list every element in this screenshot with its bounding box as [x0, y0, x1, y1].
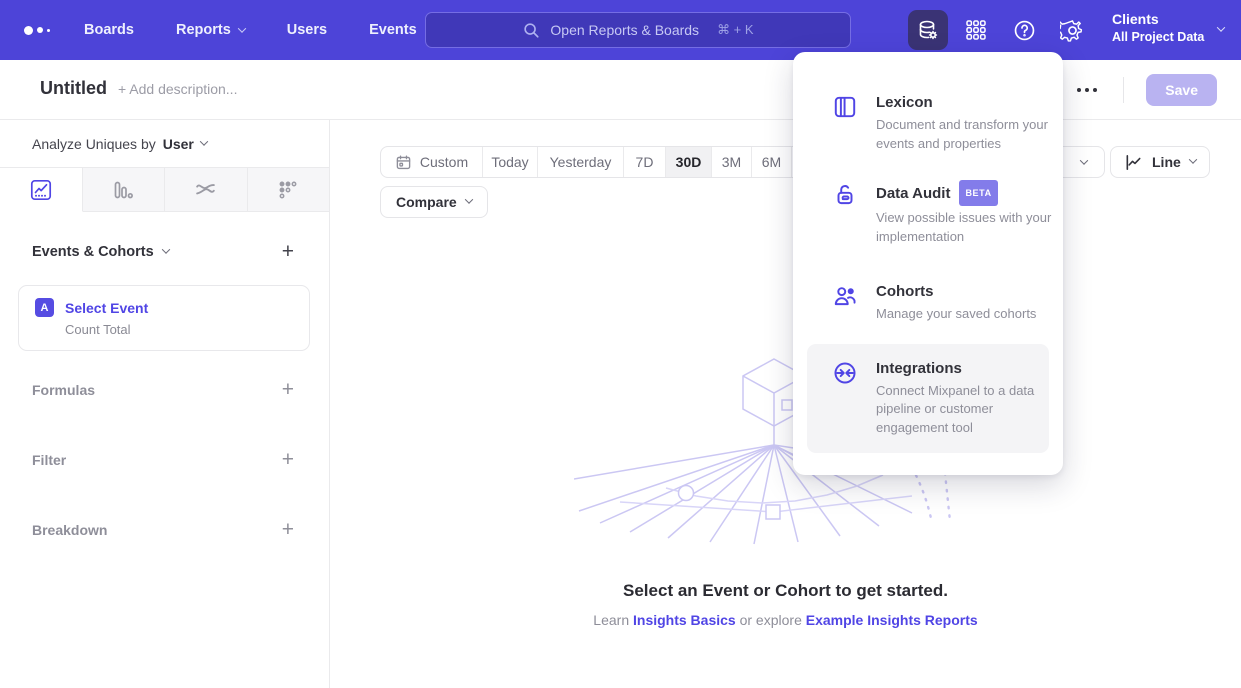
- date-range-30d[interactable]: 30D: [666, 147, 712, 177]
- nav-item-events[interactable]: Events: [369, 22, 417, 38]
- dots-grid-icon: [277, 179, 299, 201]
- chevron-down-icon: [1189, 155, 1197, 163]
- compare-dropdown[interactable]: Compare: [380, 186, 488, 218]
- date-range-yesterday[interactable]: Yesterday: [538, 147, 624, 177]
- beta-badge: BETA: [959, 180, 997, 206]
- tab-insights-line[interactable]: [0, 168, 83, 212]
- menu-item-integrations[interactable]: Integrations Connect Mixpanel to a data …: [807, 344, 1049, 454]
- line-style-icon: [1124, 153, 1143, 172]
- formulas-row[interactable]: Formulas +: [0, 378, 330, 402]
- chart-style-dropdown[interactable]: Line: [1110, 146, 1210, 178]
- data-management-button[interactable]: [908, 10, 948, 50]
- data-management-menu: Lexicon Document and transform your even…: [793, 52, 1063, 475]
- save-button[interactable]: Save: [1146, 74, 1217, 106]
- date-range-more-dropdown[interactable]: [1062, 147, 1104, 177]
- integrations-sync-icon: [832, 358, 858, 438]
- tab-flow-chart[interactable]: [165, 168, 248, 212]
- search-placeholder: Open Reports & Boards: [550, 22, 699, 38]
- date-range-7d[interactable]: 7D: [624, 147, 666, 177]
- menu-item-cohorts[interactable]: Cohorts Manage your saved cohorts: [793, 281, 1063, 324]
- nav-item-boards[interactable]: Boards: [84, 22, 134, 38]
- empty-state-links: Learn Insights Basics or explore Example…: [330, 612, 1241, 628]
- chevron-down-icon: [238, 24, 246, 32]
- chevron-down-icon: [161, 245, 169, 253]
- example-reports-link[interactable]: Example Insights Reports: [806, 612, 978, 628]
- date-range-today[interactable]: Today: [483, 147, 538, 177]
- date-range-3m[interactable]: 3M: [712, 147, 752, 177]
- mixpanel-logo[interactable]: [24, 0, 50, 60]
- main-nav: Boards Reports Users Events: [84, 22, 417, 38]
- data-audit-lock-icon: [832, 180, 858, 246]
- report-title[interactable]: Untitled: [40, 78, 107, 99]
- event-aggregation[interactable]: Count Total: [65, 322, 293, 337]
- lexicon-book-icon: [832, 92, 858, 153]
- add-event-button[interactable]: +: [282, 243, 294, 261]
- empty-state-title: Select an Event or Cohort to get started…: [330, 581, 1241, 601]
- chevron-down-icon: [464, 195, 472, 203]
- database-gear-icon: [916, 18, 940, 42]
- global-search-input[interactable]: Open Reports & Boards ⌘ + K: [425, 12, 851, 48]
- more-options-button[interactable]: [1073, 84, 1101, 96]
- add-formula-button[interactable]: +: [282, 381, 294, 399]
- apps-grid-button[interactable]: [961, 15, 991, 45]
- breakdown-row[interactable]: Breakdown +: [0, 518, 330, 542]
- project-scope: All Project Data: [1112, 29, 1204, 46]
- analyze-label: Analyze Uniques by: [32, 136, 156, 152]
- divider: [1123, 77, 1124, 103]
- chevron-down-icon: [200, 137, 208, 145]
- report-canvas: Custom Today Yesterday 7D 30D 3M 6M Comp…: [330, 120, 1241, 688]
- query-builder-sidebar: Analyze Uniques by User: [0, 120, 330, 688]
- events-cohorts-toggle[interactable]: Events & Cohorts: [32, 244, 169, 260]
- select-event-button[interactable]: Select Event: [65, 300, 148, 316]
- calendar-icon: [395, 154, 412, 171]
- cohorts-people-icon: [832, 281, 858, 324]
- filter-row[interactable]: Filter +: [0, 448, 330, 472]
- help-icon: [1012, 18, 1037, 43]
- settings-button[interactable]: [1057, 15, 1087, 45]
- chart-type-tabs: [0, 167, 329, 212]
- org-name: Clients: [1112, 10, 1204, 29]
- event-card[interactable]: A Select Event Count Total: [18, 285, 310, 351]
- date-range-custom[interactable]: Custom: [381, 147, 483, 177]
- project-selector[interactable]: Clients All Project Data: [1112, 10, 1224, 46]
- grid-icon: [964, 18, 988, 42]
- tab-bar-chart[interactable]: [83, 168, 166, 212]
- flow-icon: [194, 178, 217, 201]
- insights-basics-link[interactable]: Insights Basics: [633, 612, 736, 628]
- chevron-down-icon: [1079, 156, 1087, 164]
- analyze-row: Analyze Uniques by User: [0, 120, 329, 167]
- date-range-6m[interactable]: 6M: [752, 147, 792, 177]
- search-shortcut: ⌘ + K: [717, 22, 754, 38]
- add-filter-button[interactable]: +: [282, 451, 294, 469]
- events-cohorts-header: Events & Cohorts +: [0, 243, 330, 261]
- menu-item-lexicon[interactable]: Lexicon Document and transform your even…: [793, 92, 1063, 153]
- event-letter-badge: A: [35, 298, 54, 317]
- bar-chart-icon: [112, 179, 134, 201]
- analyze-by-dropdown[interactable]: User: [163, 136, 207, 152]
- search-icon: [522, 21, 540, 39]
- nav-item-users[interactable]: Users: [287, 22, 327, 38]
- add-description-field[interactable]: + Add description...: [118, 81, 237, 97]
- help-button[interactable]: [1009, 15, 1039, 45]
- nav-item-reports[interactable]: Reports: [176, 22, 245, 38]
- menu-item-data-audit[interactable]: Data Audit BETA View possible issues wit…: [793, 180, 1063, 246]
- line-chart-icon: [30, 179, 52, 201]
- tab-metrics-grid[interactable]: [248, 168, 330, 212]
- gear-icon: [1060, 18, 1085, 43]
- top-navbar: Boards Reports Users Events Open Reports…: [0, 0, 1241, 60]
- chevron-down-icon: [1217, 23, 1225, 31]
- add-breakdown-button[interactable]: +: [282, 521, 294, 539]
